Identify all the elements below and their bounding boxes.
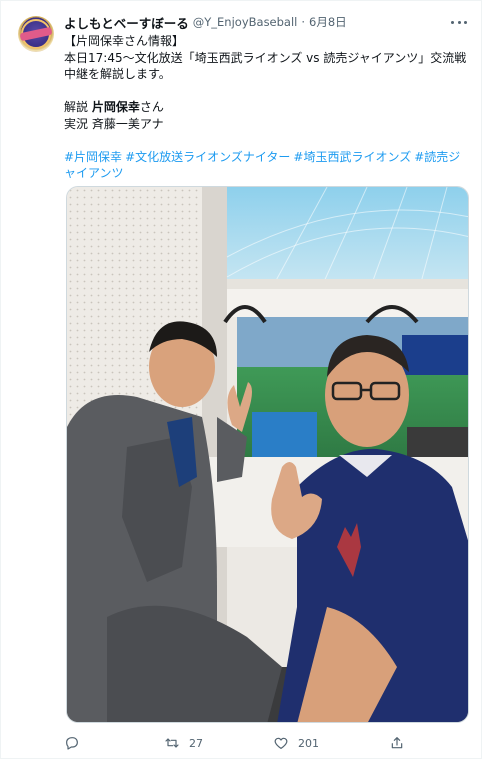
more-options-icon[interactable] <box>451 15 467 29</box>
hashtag-link[interactable]: #埼玉西武ライオンズ <box>293 150 411 164</box>
like-count: 201 <box>298 736 319 750</box>
avatar[interactable] <box>18 16 54 52</box>
reply-button[interactable] <box>64 733 89 753</box>
hashtag-list: #片岡保幸 #文化放送ライオンズナイター #埼玉西武ライオンズ #読売ジャイアンツ <box>64 149 469 182</box>
credit-announcer: 実況 斉藤一美アナ <box>64 116 164 131</box>
tweet-card[interactable]: よしもとベーすぼーる @Y_EnjoyBaseball · 6月8日 【片岡保幸… <box>0 0 482 759</box>
hashtag-link[interactable]: #片岡保幸 <box>64 150 122 164</box>
tweet-date[interactable]: 6月8日 <box>309 14 347 30</box>
like-icon <box>274 737 288 749</box>
retweet-icon <box>165 738 179 748</box>
retweet-button[interactable]: 27 <box>164 733 203 753</box>
tweet-actions: 27 201 <box>64 733 464 753</box>
hashtag-link[interactable]: #文化放送ライオンズナイター <box>125 150 290 164</box>
tweet-line: 本日17:45～文化放送「埼玉西武ライオンズ vs 読売ジャイアンツ」交流戦 <box>64 50 467 65</box>
retweet-count: 27 <box>189 736 203 750</box>
share-button[interactable] <box>389 733 414 753</box>
tweet-text: 【片岡保幸さん情報】 本日17:45～文化放送「埼玉西武ライオンズ vs 読売ジ… <box>64 33 469 182</box>
reply-icon <box>66 737 78 750</box>
tweet-photo[interactable] <box>66 186 469 723</box>
user-handle[interactable]: @Y_EnjoyBaseball <box>193 15 298 29</box>
credit-commentator: 解説 片岡保幸さん <box>64 100 164 114</box>
tweet-header: よしもとベーすぼーる @Y_EnjoyBaseball · 6月8日 <box>64 13 347 31</box>
share-icon <box>391 737 403 749</box>
display-name[interactable]: よしもとベーすぼーる <box>64 13 189 32</box>
tweet-line: 中継を解説します。 <box>64 67 171 81</box>
tweet-line: 【片岡保幸さん情報】 <box>64 34 185 48</box>
like-button[interactable]: 201 <box>273 733 319 753</box>
broadcast-booth-photo <box>67 187 468 722</box>
separator-dot: · <box>301 15 306 29</box>
